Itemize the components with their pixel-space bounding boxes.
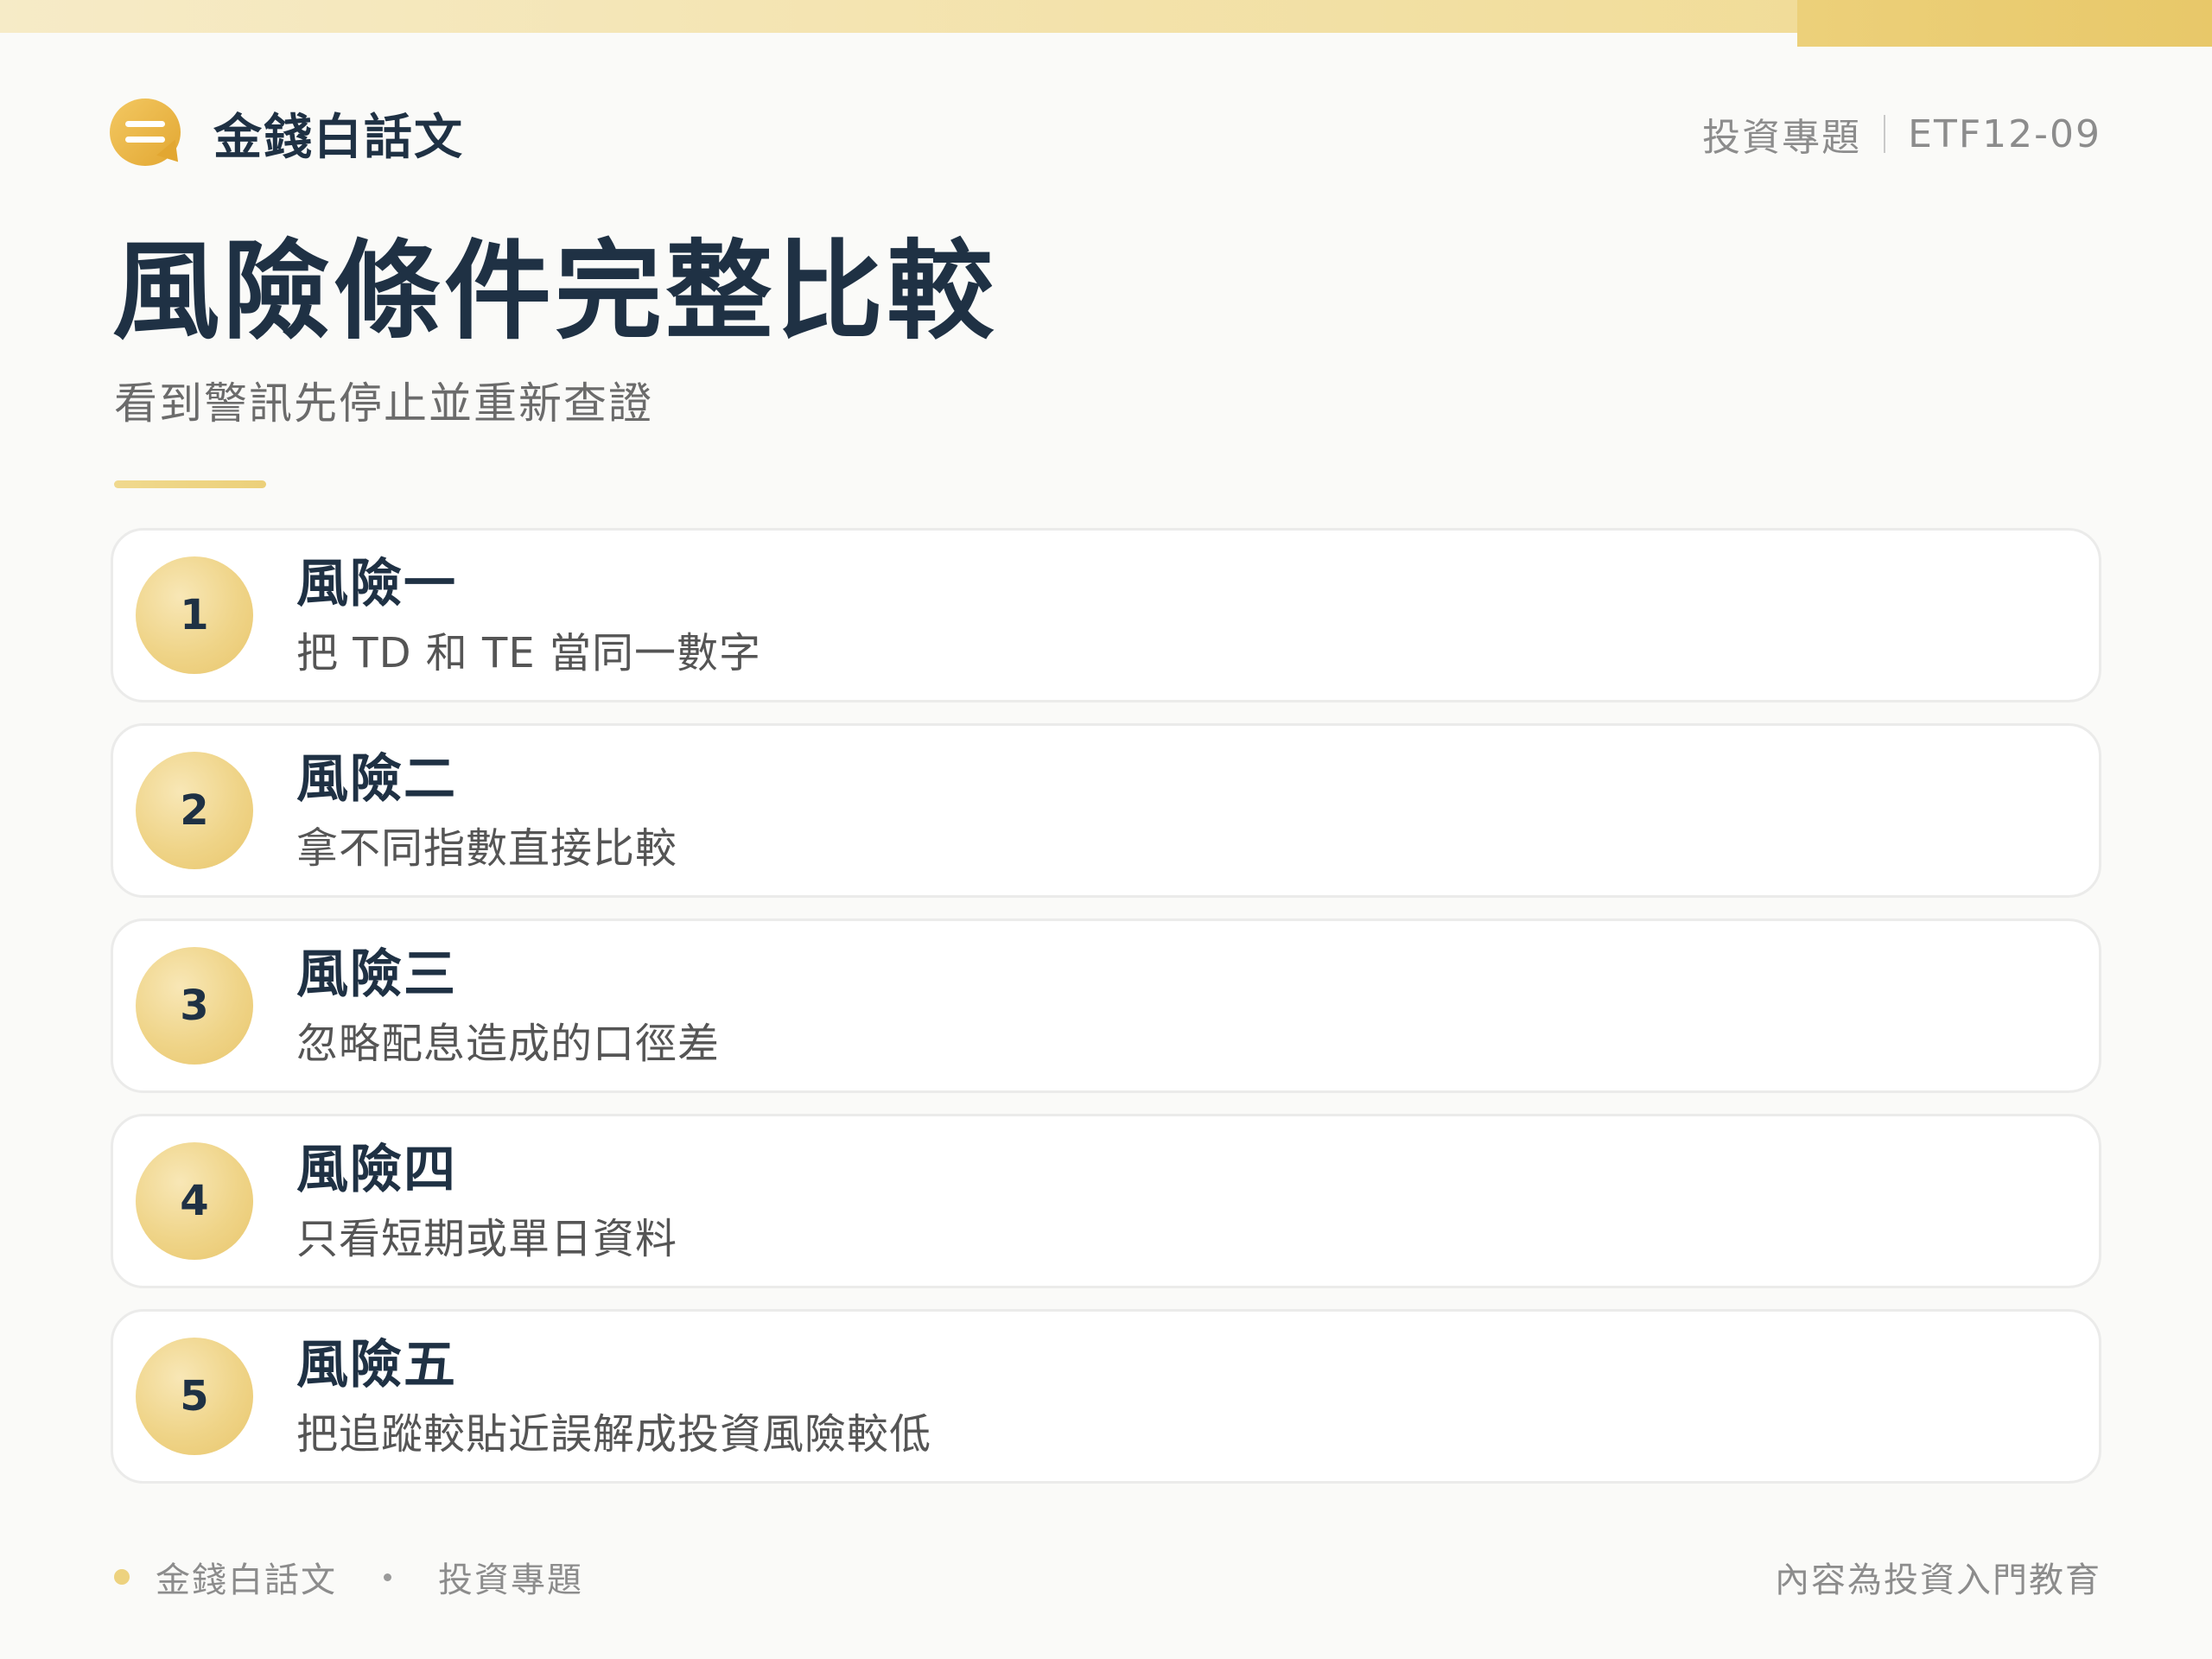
risk-number-badge: 3 — [136, 947, 253, 1065]
risk-title: 風險二 — [296, 749, 457, 810]
footer-dot-icon — [114, 1569, 130, 1585]
footer-separator-dot — [384, 1573, 391, 1581]
meta-divider — [1884, 115, 1886, 153]
page-subtitle: 看到警訊先停止並重新查證 — [114, 378, 653, 429]
footer-brand: 金錢白話文 — [156, 1560, 337, 1600]
risk-list: 1 風險一 把 TD 和 TE 當同一數字 2 風險二 拿不同指數直接比較 3 … — [111, 528, 2101, 1504]
risk-card: 3 風險三 忽略配息造成的口徑差 — [111, 918, 2101, 1093]
risk-description: 忽略配息造成的口徑差 — [296, 1020, 721, 1068]
brand: 金錢白話文 — [110, 90, 464, 176]
page-title: 風險條件完整比較 — [112, 230, 998, 354]
title-underline — [114, 480, 266, 488]
risk-description: 只看短期或單日資料 — [296, 1215, 678, 1263]
topic-code: ETF12-09 — [1908, 111, 2101, 156]
brand-name: 金錢白話文 — [213, 109, 464, 166]
risk-number-badge: 5 — [136, 1338, 253, 1455]
topic-category: 投資專題 — [1702, 116, 1862, 160]
risk-description: 拿不同指數直接比較 — [296, 824, 678, 873]
chat-bubble-icon — [110, 95, 188, 171]
risk-title: 風險五 — [296, 1335, 457, 1395]
risk-card: 2 風險二 拿不同指數直接比較 — [111, 723, 2101, 898]
risk-number-badge: 1 — [136, 556, 253, 674]
risk-title: 風險一 — [296, 554, 457, 614]
risk-card: 4 風險四 只看短期或單日資料 — [111, 1114, 2101, 1288]
risk-description: 把 TD 和 TE 當同一數字 — [296, 629, 761, 677]
risk-title: 風險四 — [296, 1140, 457, 1200]
footer-category: 投資專題 — [438, 1560, 583, 1600]
topic-meta: 投資專題 ETF12-09 — [1702, 108, 2101, 161]
top-accent-bar-highlight — [1797, 0, 2212, 47]
risk-number-badge: 2 — [136, 752, 253, 869]
risk-title: 風險三 — [296, 944, 457, 1005]
risk-number-badge: 4 — [136, 1142, 253, 1260]
footer-disclaimer: 內容為投資入門教育 — [1775, 1560, 2101, 1600]
footer-brand-info: 金錢白話文 投資專題 — [114, 1548, 583, 1605]
risk-card: 5 風險五 把追蹤較貼近誤解成投資風險較低 — [111, 1309, 2101, 1484]
risk-description: 把追蹤較貼近誤解成投資風險較低 — [296, 1410, 932, 1459]
risk-card: 1 風險一 把 TD 和 TE 當同一數字 — [111, 528, 2101, 702]
